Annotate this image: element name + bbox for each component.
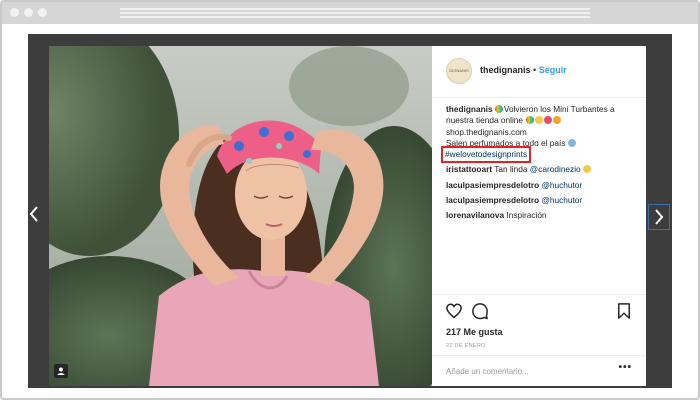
caption-line-3: Salen perfumados a todo el país	[446, 137, 566, 148]
browser-toolbar	[2, 2, 698, 24]
comment-text: Tan linda	[494, 164, 528, 175]
post-author-row: thedignanis • Seguir	[480, 65, 567, 75]
address-bar-line	[120, 16, 590, 18]
comment-mention[interactable]: @huchutor	[541, 195, 582, 205]
bookmark-icon[interactable]	[615, 302, 633, 320]
heart-eyes-emoji-icon	[583, 165, 592, 174]
address-bar-line	[120, 8, 590, 10]
comment-item: lorenavilanova Inspiración	[446, 210, 638, 221]
comment-item: laculpasiempresdelotro @huchutor	[446, 180, 638, 191]
window-minimize-dot[interactable]	[24, 8, 33, 17]
caption-username[interactable]: thedignanis	[446, 104, 493, 114]
avatar[interactable]: DIGNANIS	[446, 58, 472, 84]
comments-list: thedignanis Volvieron los Mini Turbantes…	[440, 104, 638, 226]
heart-eyes-emoji-icon	[534, 116, 543, 125]
post-photo[interactable]	[49, 46, 432, 386]
comment-username[interactable]: laculpasiempresdelotro	[446, 195, 539, 205]
rainbow-emoji-icon	[495, 105, 504, 113]
window-maximize-dot[interactable]	[38, 8, 47, 17]
window-close-dot[interactable]	[10, 8, 19, 17]
address-bar-line	[120, 12, 590, 14]
post-actions: 217 Me gusta 22 DE ENERO •••	[432, 294, 646, 386]
lipstick-emoji-icon	[543, 116, 552, 125]
comment-username[interactable]: lorenavilanova	[446, 210, 504, 220]
avatar-logo-text: DIGNANIS	[449, 68, 469, 73]
caption-line-2: shop.thedignanis.com	[446, 126, 527, 137]
rainbow-emoji-icon	[525, 116, 534, 125]
likes-count[interactable]: 217 Me gusta	[446, 327, 503, 337]
heart-outline-icon[interactable]	[445, 302, 463, 320]
caption-hashtag[interactable]: #welovetodesignprints	[440, 146, 532, 164]
follow-separator: •	[533, 65, 537, 75]
comment-input[interactable]	[446, 364, 611, 378]
comment-text: Inspiración	[506, 210, 547, 221]
ribbon-emoji-icon	[552, 116, 561, 125]
chevron-right-icon[interactable]	[648, 204, 670, 230]
post-caption: thedignanis Volvieron los Mini Turbantes…	[440, 104, 638, 164]
comment-item: iristattooart Tan linda @carodinezio	[446, 164, 638, 175]
comment-mention[interactable]: @carodinezio	[530, 164, 581, 174]
post-date: 22 DE ENERO	[446, 343, 486, 349]
browser-window: DIGNANIS thedignanis • Seguir thedignani…	[0, 0, 700, 400]
more-options-icon[interactable]: •••	[618, 362, 632, 373]
comment-mention[interactable]: @huchutor	[541, 180, 582, 190]
chevron-left-icon[interactable]	[29, 205, 39, 225]
add-comment-row: •••	[432, 355, 646, 387]
comment-username[interactable]: iristattooart	[446, 164, 492, 174]
post-sidebar: DIGNANIS thedignanis • Seguir thedignani…	[432, 46, 646, 386]
speech-bubble-icon[interactable]	[471, 302, 489, 320]
follow-button[interactable]: Seguir	[539, 65, 567, 75]
post-header: DIGNANIS thedignanis • Seguir	[432, 46, 646, 98]
comment-item: laculpasiempresdelotro @huchutor	[446, 195, 638, 206]
rocket-emoji-icon	[568, 138, 577, 147]
post-author-username[interactable]: thedignanis	[480, 65, 531, 75]
user-tag-icon[interactable]	[54, 364, 68, 378]
comment-username[interactable]: laculpasiempresdelotro	[446, 180, 539, 190]
